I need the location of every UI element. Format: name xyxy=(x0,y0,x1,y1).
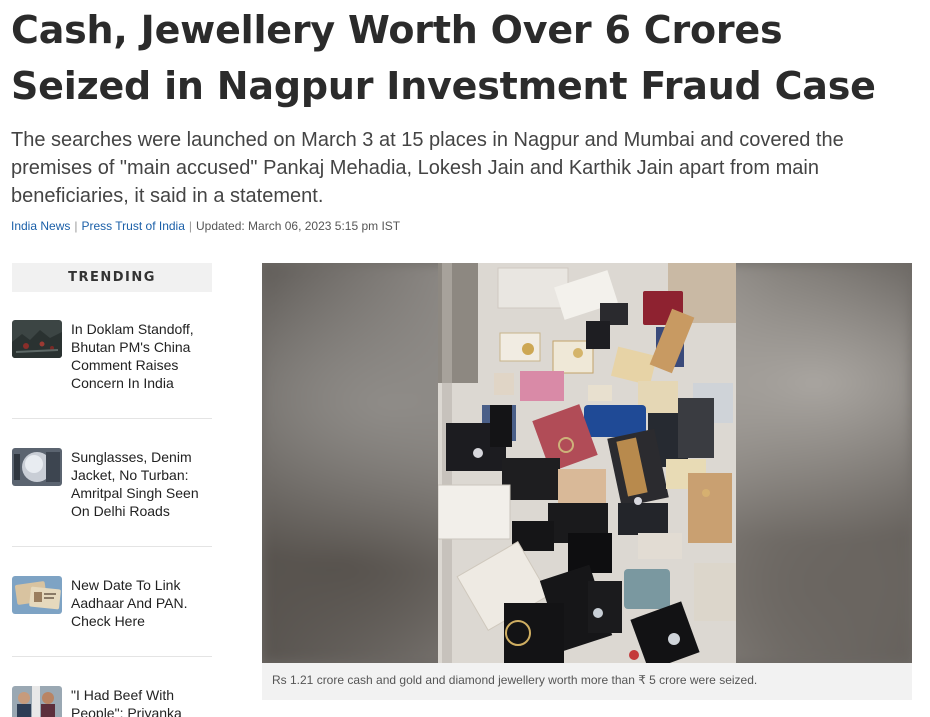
trending-sidebar: TRENDING In Doklam Standoff, Bhutan PM's… xyxy=(12,263,212,717)
byline-separator: | xyxy=(74,219,78,233)
trending-thumbnail[interactable] xyxy=(12,686,62,717)
category-link[interactable]: India News xyxy=(11,219,70,233)
byline-separator: | xyxy=(188,219,193,233)
trending-thumbnail[interactable] xyxy=(12,576,62,614)
trending-heading: TRENDING xyxy=(12,263,212,292)
trending-thumbnail[interactable] xyxy=(12,448,62,486)
trending-title[interactable]: New Date To Link Aadhaar And PAN. Check … xyxy=(71,576,212,630)
updated-timestamp: Updated: March 06, 2023 5:15 pm IST xyxy=(196,219,401,233)
article-headline: Cash, Jewellery Worth Over 6 Crores Seiz… xyxy=(11,8,876,108)
trending-title[interactable]: "I Had Beef With People": Priyanka xyxy=(71,686,212,717)
article-figure: Rs 1.21 crore cash and gold and diamond … xyxy=(262,263,912,700)
trending-divider xyxy=(12,418,212,419)
image-caption: Rs 1.21 crore cash and gold and diamond … xyxy=(272,673,758,687)
byline: India News | Press Trust of India | Updated:… xyxy=(11,219,400,233)
trending-title[interactable]: Sunglasses, Denim Jacket, No Turban: Amr… xyxy=(71,448,212,520)
trending-divider xyxy=(12,656,212,657)
trending-title[interactable]: In Doklam Standoff, Bhutan PM's China Co… xyxy=(71,320,212,392)
article-image[interactable] xyxy=(262,263,912,663)
trending-divider xyxy=(12,546,212,547)
jewellery-photo xyxy=(438,263,736,663)
agency-link[interactable]: Press Trust of India xyxy=(82,219,185,233)
trending-thumbnail[interactable] xyxy=(12,320,62,358)
article-summary: The searches were launched on March 3 at… xyxy=(11,129,844,207)
